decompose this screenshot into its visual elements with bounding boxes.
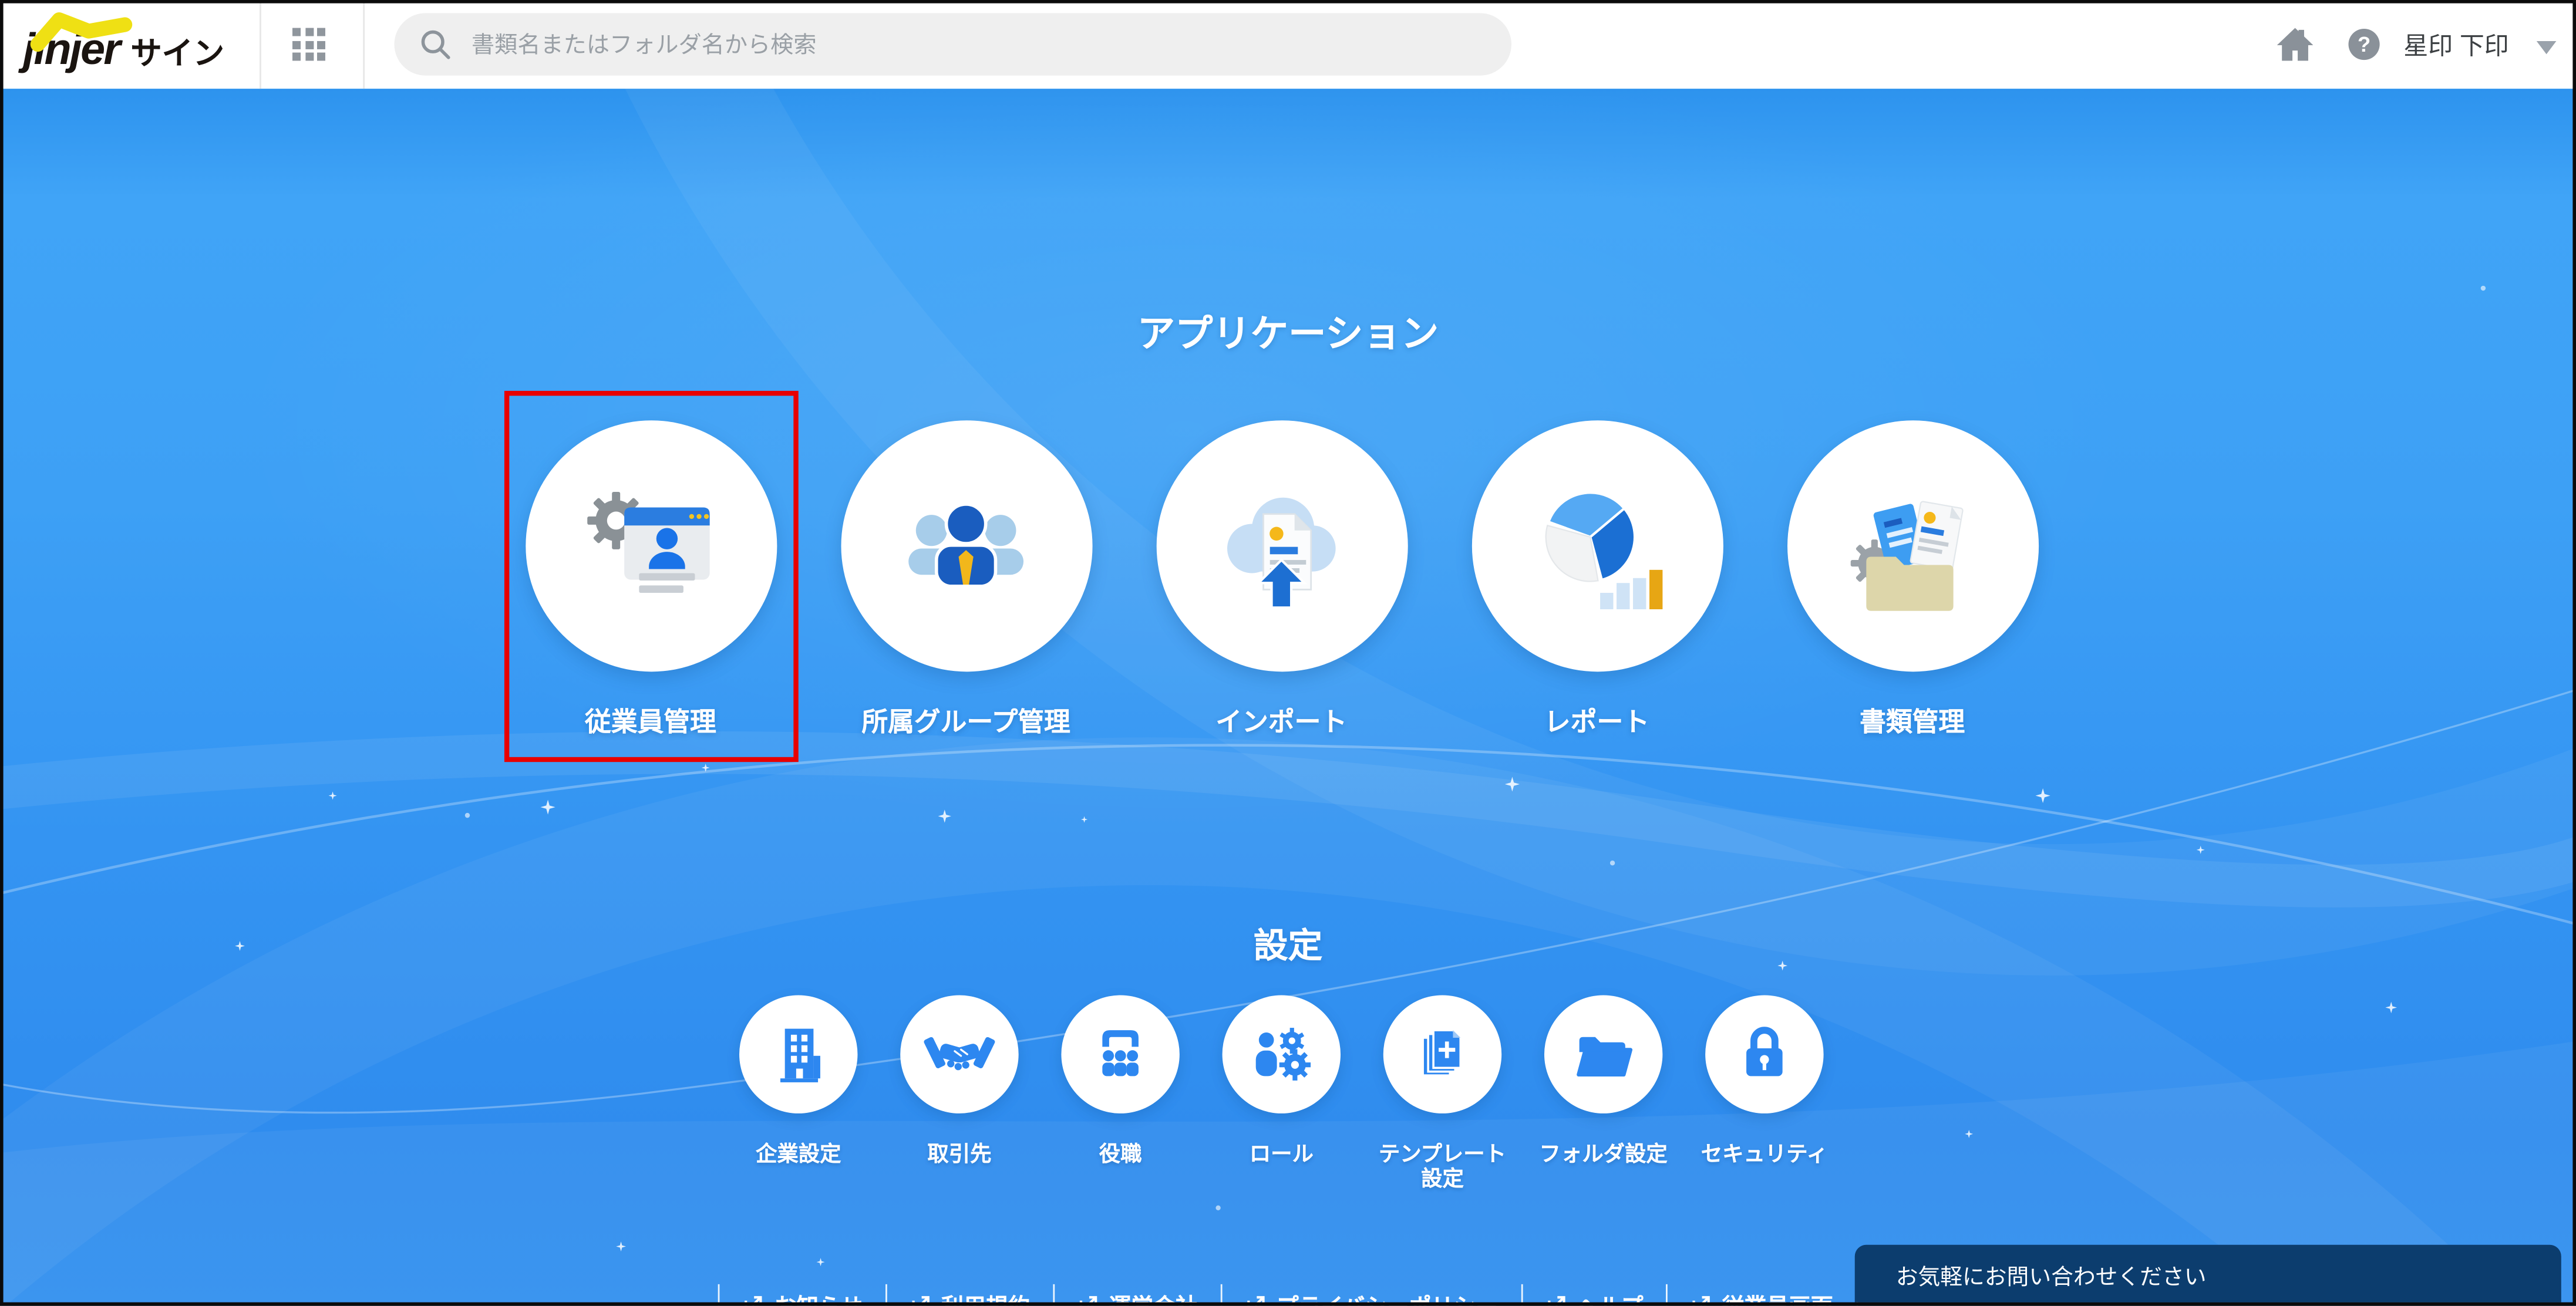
sparkle — [2385, 1001, 2397, 1014]
group-management-icon — [908, 501, 1024, 588]
employee-management-icon — [587, 491, 710, 592]
sparkle — [540, 799, 555, 815]
settings-tile-company[interactable]: 企業設定 — [718, 995, 879, 1167]
footer-link-privacy[interactable]: プライバシーポリシー — [1220, 1284, 1521, 1306]
caret-down-icon[interactable] — [2536, 41, 2557, 55]
settings-tile-folders[interactable]: フォルダ設定 — [1523, 995, 1684, 1167]
svg-text:?: ? — [2358, 32, 2370, 56]
portal-main: アプリケーション 従業員管理 所属グループ管理 インポート レポート 書類管理 … — [0, 89, 2576, 1306]
app-tile-report[interactable]: レポート — [1439, 401, 1755, 739]
app-label: インポート — [1215, 709, 1348, 738]
settings-label: 企業設定 — [755, 1141, 841, 1166]
external-link-icon — [1547, 1295, 1565, 1306]
security-icon — [1746, 1027, 1783, 1076]
sparkle — [816, 1258, 825, 1267]
document-search-bar[interactable] — [394, 13, 1512, 76]
sparkle-dot — [1215, 1205, 1221, 1211]
footer-link-label: ヘルプ — [1577, 1287, 1643, 1306]
settings-label: 取引先 — [927, 1141, 992, 1166]
report-icon — [1545, 490, 1663, 609]
footer-link-label: 運営会社 — [1109, 1287, 1198, 1306]
footer-link-label: 従業員画面 — [1722, 1287, 1833, 1306]
footer-link-label: プライバシーポリシー — [1277, 1287, 1498, 1306]
settings-label: セキュリティ — [1701, 1141, 1828, 1166]
app-label: 書類管理 — [1860, 709, 1965, 738]
app-tile-document-management[interactable]: 書類管理 — [1755, 401, 2070, 739]
home-button[interactable] — [2275, 0, 2315, 89]
settings-label: ロール — [1249, 1141, 1314, 1166]
external-link-icon — [1693, 1295, 1710, 1306]
folder-settings-icon — [1577, 1037, 1633, 1077]
footer-link-label: 利用規約 — [941, 1287, 1030, 1306]
sparkle — [2035, 788, 2050, 804]
app-tile-group-management[interactable]: 所属グループ管理 — [809, 401, 1124, 739]
footer-link-terms[interactable]: 利用規約 — [885, 1284, 1053, 1306]
footer-link-label: お知らせ — [775, 1287, 863, 1306]
help-button[interactable]: ? — [2346, 0, 2382, 89]
app-tile-employee-management[interactable]: 従業員管理 — [493, 401, 808, 739]
company-settings-icon — [780, 1028, 820, 1082]
applications-heading: アプリケーション — [1137, 312, 1439, 355]
external-link-icon — [1079, 1295, 1097, 1306]
app-label: レポート — [1544, 709, 1650, 738]
external-link-icon — [912, 1295, 930, 1306]
settings-tile-partners[interactable]: 取引先 — [879, 995, 1040, 1167]
template-settings-icon — [1422, 1029, 1462, 1076]
sparkle-dot — [464, 812, 470, 818]
top-header: jinjer サイン ? 星印 下印 — [0, 0, 2576, 89]
sparkle — [1965, 1129, 1974, 1138]
sparkle — [938, 809, 951, 823]
settings-tile-roles[interactable]: ロール — [1201, 995, 1362, 1167]
app-window: jinjer サイン ? 星印 下印 — [0, 0, 2576, 1306]
settings-tile-security[interactable]: セキュリティ — [1684, 995, 1845, 1167]
header-divider — [260, 0, 261, 89]
settings-tile-templates[interactable]: テンプレート設定 — [1362, 995, 1523, 1192]
external-link-icon — [1247, 1295, 1265, 1306]
settings-label: テンプレート設定 — [1378, 1141, 1507, 1191]
chat-message-label: お気軽にお問い合わせください — [1895, 1263, 2207, 1288]
sparkle — [328, 791, 337, 800]
sparkle — [616, 1241, 626, 1251]
header-divider — [363, 0, 365, 89]
settings-label: フォルダ設定 — [1539, 1141, 1668, 1166]
external-link-icon — [745, 1295, 763, 1306]
settings-label: 役職 — [1099, 1141, 1142, 1166]
sparkle-dot — [2480, 285, 2486, 291]
chat-contact-widget[interactable]: お気軽にお問い合わせください — [1854, 1244, 2561, 1302]
logo-product-text: サイン — [130, 38, 225, 73]
user-name-label: 星印 下印 — [2403, 32, 2509, 60]
settings-heading: 設定 — [1253, 927, 1323, 966]
role-icon — [1255, 1028, 1311, 1081]
document-management-icon — [1850, 500, 1964, 610]
footer-link-help[interactable]: ヘルプ — [1521, 1284, 1666, 1306]
footer-link-employee-screen[interactable]: 従業員画面 — [1666, 1284, 1858, 1306]
sparkle — [1080, 816, 1088, 823]
business-partner-icon — [924, 1037, 995, 1071]
sparkle — [1504, 777, 1520, 792]
app-tile-import[interactable]: インポート — [1124, 401, 1439, 739]
sparkle — [2196, 845, 2205, 854]
jinjer-sign-logo[interactable]: jinjer サイン — [23, 10, 224, 82]
footer-link-news[interactable]: お知らせ — [718, 1284, 885, 1306]
sparkle-dot — [1609, 860, 1615, 866]
position-icon — [1102, 1030, 1139, 1076]
user-menu[interactable]: 星印 下印 — [2403, 0, 2509, 89]
home-icon — [2277, 28, 2314, 61]
help-icon: ? — [2348, 28, 2380, 60]
search-icon — [421, 30, 450, 59]
app-label: 所属グループ管理 — [861, 709, 1070, 738]
footer-link-company[interactable]: 運営会社 — [1053, 1284, 1220, 1306]
import-icon — [1227, 497, 1336, 608]
logo-swoosh-icon — [30, 12, 133, 52]
settings-tile-positions[interactable]: 役職 — [1040, 995, 1201, 1167]
sparkle — [701, 763, 710, 772]
app-label: 従業員管理 — [584, 709, 716, 738]
apps-grid-icon[interactable] — [292, 28, 325, 61]
search-input[interactable] — [468, 29, 1487, 59]
